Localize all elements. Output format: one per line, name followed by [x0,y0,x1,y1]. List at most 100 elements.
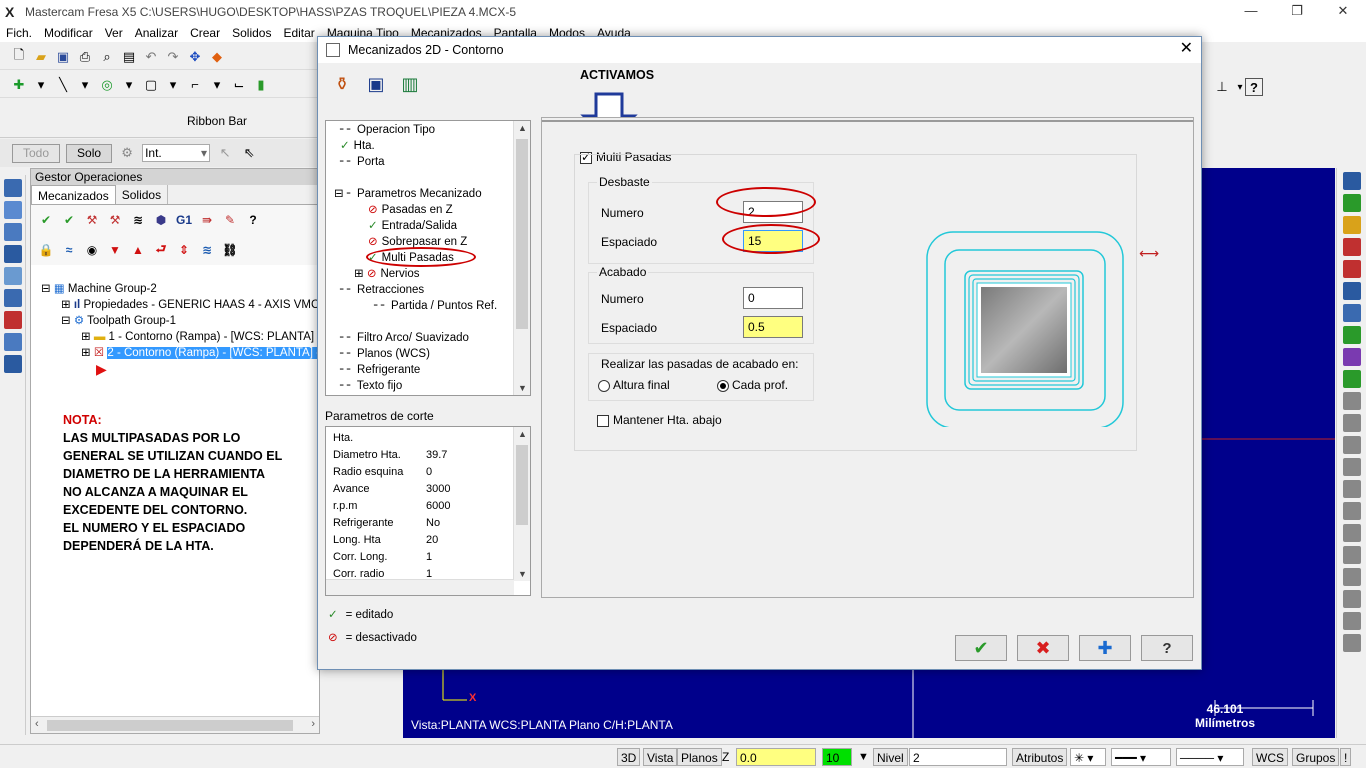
new-file-icon[interactable]: 🗋 [10,47,28,66]
line-icon[interactable]: ╲ [54,76,72,94]
line-width-select[interactable]: ──── ▾ [1176,748,1244,766]
vista-button[interactable]: Vista [643,748,678,766]
planos-button[interactable]: Planos [677,748,722,766]
move-icon[interactable]: ✥ [186,48,204,66]
tree-item-parametros-mecanizado[interactable]: ⊟ ╴ Parametros Mecanizado [334,187,482,202]
scroll-left-icon[interactable]: ‹ [35,718,39,730]
tool-manager-icon[interactable]: ◆ [208,48,226,66]
move-down-icon[interactable]: ▼ [106,241,124,259]
toggle-post-icon[interactable]: ◉ [83,241,101,259]
wcs-button[interactable]: WCS [1252,748,1288,766]
wave-icon[interactable]: ≋ [198,241,216,259]
strip-icon[interactable] [4,223,22,241]
strip-icon[interactable] [4,179,22,197]
undo-icon[interactable]: ↶ [142,48,160,66]
highfeed-icon[interactable]: ✎ [221,211,239,229]
strip-icon[interactable] [1343,634,1361,652]
parameter-tree-scrollbar[interactable]: ▲ ▼ [513,121,530,395]
regenerate-icon[interactable]: ⚒ [83,211,101,229]
chevron-down-icon[interactable]: ▾ [76,76,94,94]
post-g1-icon[interactable]: G1 [175,211,193,229]
open-folder-icon[interactable]: ▰ [32,48,50,66]
insert-arrow-icon[interactable]: ⮐ [152,241,170,259]
scroll-arrow-icon[interactable]: ⇕ [175,241,193,259]
chevron-down-icon[interactable]: ▾ [208,76,226,94]
acabado-espaciado-input[interactable]: 0.5 [743,316,803,338]
tree-item-porta[interactable]: ╴╴ Porta [340,155,385,170]
close-button[interactable]: ✕ [1320,0,1366,22]
line-style-select[interactable]: ━━━ ▾ [1111,748,1171,766]
scroll-up-icon[interactable]: ▲ [518,429,527,439]
strip-icon[interactable] [4,245,22,263]
menu-crear[interactable]: Crear [184,26,226,40]
cut-params-vscrollbar[interactable]: ▲ ▼ [513,427,530,581]
tree-item-planos-wcs[interactable]: ╴╴ Planos (WCS) [340,347,430,362]
tree-item-toolpath-group[interactable]: ⊟ ⚙ Toolpath Group-1 [61,313,176,329]
dialog-close-button[interactable]: ✕ [1180,41,1193,57]
chevron-down-icon[interactable]: ▾ [32,76,50,94]
select-arrow-icon[interactable]: ↖ [216,144,234,162]
menu-analizar[interactable]: Analizar [129,26,184,40]
grupos-button[interactable]: Grupos [1292,748,1340,766]
rectangle-icon[interactable]: ▢ [142,76,160,94]
strip-icon[interactable] [1343,524,1361,542]
point-icon[interactable]: ✚ [10,76,28,94]
tree-item-hta[interactable]: ✓ Hta. [340,139,375,154]
preview-icon[interactable]: ⌕ [98,48,116,66]
tab-solidos[interactable]: Solidos [116,185,169,204]
tool-holder-icon[interactable]: ⚱ [330,71,354,97]
menu-ver[interactable]: Ver [99,26,129,40]
selection-gear-icon[interactable]: ⚙ [118,144,136,162]
move-up-icon[interactable]: ▲ [129,241,147,259]
strip-icon[interactable] [1343,414,1361,432]
strip-icon[interactable] [1343,436,1361,454]
strip-icon[interactable] [1343,172,1361,190]
strip-icon[interactable] [1343,304,1361,322]
scroll-thumb[interactable] [47,720,293,731]
radio-altura-final[interactable]: Altura final [598,378,670,392]
strip-icon[interactable] [4,333,22,351]
save-to-library-icon[interactable]: ▥ [398,71,422,97]
redo-icon[interactable]: ↷ [164,48,182,66]
help-icon[interactable]: ? [244,211,262,229]
horizontal-scrollbar[interactable]: ‹ › [31,716,319,733]
restore-button[interactable]: ❐ [1274,0,1320,22]
strip-icon[interactable] [4,289,22,307]
lock-icon[interactable]: 🔒 [37,241,55,259]
post-icon[interactable]: ⇛ [198,211,216,229]
minimize-button[interactable]: — [1228,0,1274,22]
point-style-select[interactable]: ✳ ▾ [1070,748,1106,766]
strip-icon[interactable] [4,355,22,373]
regenerate-dirty-icon[interactable]: ⚒ [106,211,124,229]
color-dropdown-icon[interactable]: ▼ [855,748,872,766]
axis-icon[interactable]: ⊥ [1213,78,1231,96]
tree-item-operacion-tipo[interactable]: ╴╴ Operacion Tipo [340,123,435,138]
strip-icon[interactable] [4,267,22,285]
strip-icon[interactable] [1343,480,1361,498]
tree-item-partida[interactable]: ╴╴ Partida / Puntos Ref. [374,299,497,314]
tree-item-nervios[interactable]: ⊞ ⊘ Nervios [354,267,419,282]
tree-item-operation-2[interactable]: ⊞ ☒ 2 - Contorno (Rampa) - [WCS: PLANTA]… [81,345,324,361]
solo-button[interactable]: Solo [66,143,113,163]
tree-item-operation-1[interactable]: ⊞ ▬ 1 - Contorno (Rampa) - [WCS: PLANTA]… [81,329,321,345]
3d-button[interactable]: 3D [617,748,641,766]
menu-fich[interactable]: Fich. [0,26,38,40]
scroll-down-icon[interactable]: ▼ [518,569,527,579]
chamfer-icon[interactable]: ⌙ [230,76,248,94]
tree-item-filtro-arco[interactable]: ╴╴ Filtro Arco/ Suavizado [340,331,469,346]
scroll-up-icon[interactable]: ▲ [518,123,527,133]
atributos-button[interactable]: Atributos [1012,748,1068,766]
chevron-down-icon[interactable]: ▾ [164,76,182,94]
solid-icon[interactable]: ▮ [252,76,270,94]
tab-mecanizados[interactable]: Mecanizados [31,185,116,204]
save-icon[interactable]: ▣ [364,71,388,97]
strip-icon[interactable] [1343,392,1361,410]
strip-icon[interactable] [1343,568,1361,586]
z-depth-input[interactable]: 0.0 [736,748,816,766]
link-icon[interactable]: ⛓ [221,241,239,259]
scroll-thumb[interactable] [516,139,528,329]
apply-add-button[interactable]: ✚ [1079,635,1131,661]
toggle-display-icon[interactable]: ≈ [60,241,78,259]
ok-button[interactable]: ✔ [955,635,1007,661]
tree-item-properties[interactable]: ⊞ ıl Propiedades - GENERIC HAAS 4 - AXIS… [61,297,319,313]
